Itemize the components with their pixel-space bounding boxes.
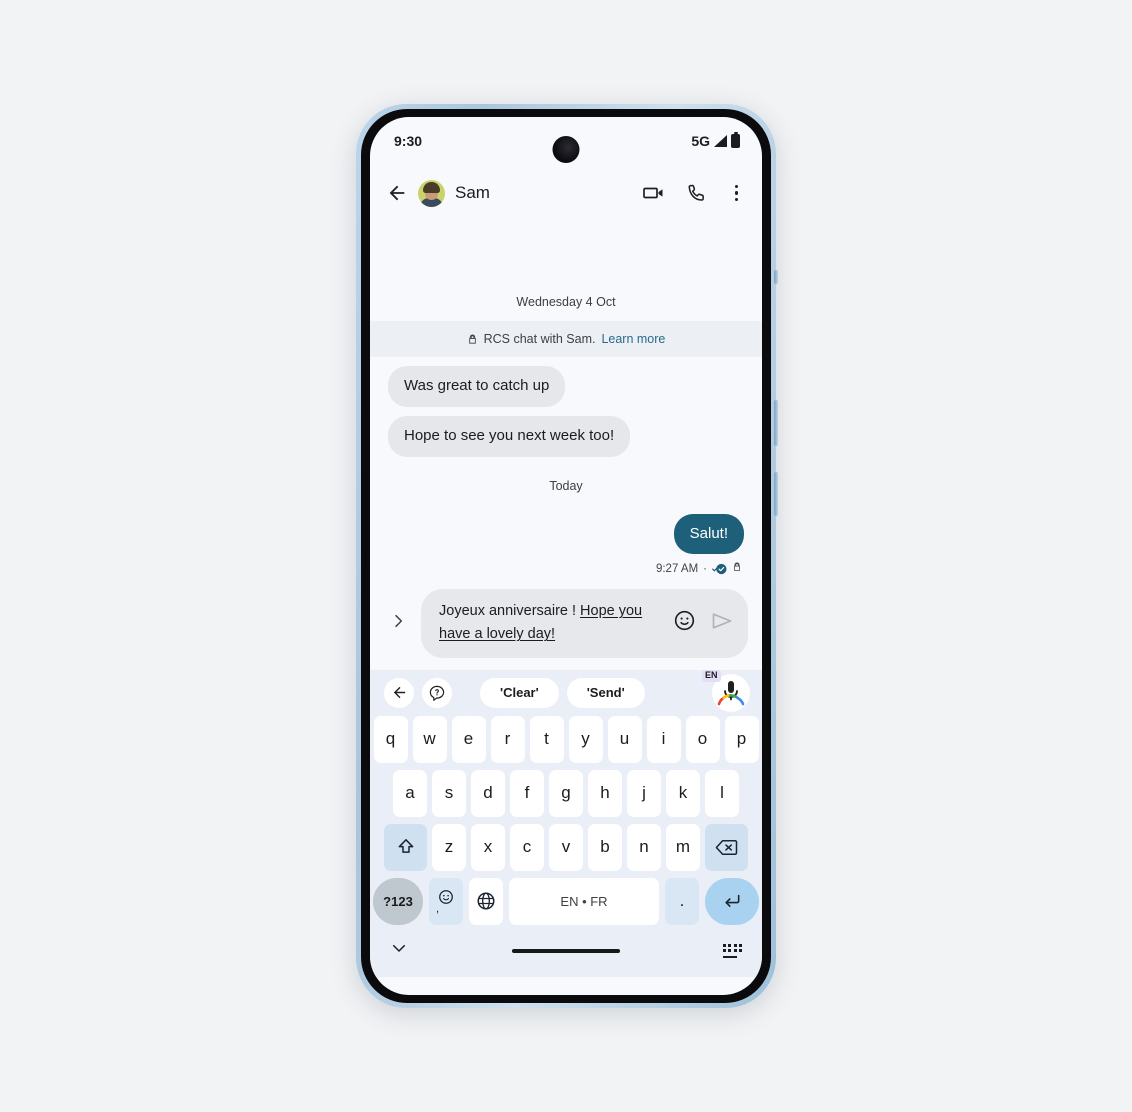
- microphone-icon[interactable]: EN: [702, 669, 750, 712]
- side-button[interactable]: [774, 472, 778, 516]
- key-y[interactable]: y: [568, 715, 603, 763]
- key-x[interactable]: x: [471, 823, 505, 871]
- space-key[interactable]: EN • FR: [509, 877, 659, 925]
- signal-bars-icon: [714, 135, 727, 147]
- key-c[interactable]: c: [510, 823, 544, 871]
- mic-language-badge: EN: [702, 669, 721, 682]
- suggestion-chips: 'Clear' 'Send': [480, 677, 645, 708]
- phone-body: 9:30 5G Sam Wednesday 4 Oct RCS chat wit…: [361, 109, 771, 1003]
- contact-name[interactable]: Sam: [455, 183, 632, 203]
- phone-screen: 9:30 5G Sam Wednesday 4 Oct RCS chat wit…: [370, 117, 762, 995]
- more-vert-icon[interactable]: [729, 183, 745, 204]
- shift-up-icon[interactable]: [384, 823, 427, 871]
- key-m[interactable]: m: [666, 823, 700, 871]
- gesture-home-pill[interactable]: [512, 948, 620, 953]
- backspace-icon[interactable]: [705, 823, 748, 871]
- date-separator: Wednesday 4 Oct: [516, 295, 616, 309]
- compose-text-plain: Joyeux anniversaire !: [439, 603, 581, 620]
- key-z[interactable]: z: [432, 823, 466, 871]
- battery-full-icon: [731, 132, 740, 148]
- compose-text[interactable]: Joyeux anniversaire ! Hope you have a lo…: [439, 600, 663, 646]
- key-w[interactable]: w: [412, 715, 447, 763]
- rcs-banner-text: RCS chat with Sam.: [483, 332, 596, 346]
- date-separator: Today: [549, 478, 583, 493]
- rcs-banner[interactable]: RCS chat with Sam. Learn more: [370, 321, 762, 357]
- key-i[interactable]: i: [646, 715, 681, 763]
- phone-icon[interactable]: [686, 182, 709, 205]
- app-bar-actions: [642, 181, 745, 205]
- key-h[interactable]: h: [588, 769, 622, 817]
- emoji-smiley-icon[interactable]: ,: [429, 877, 463, 925]
- keyboard-row-3: z x c v b n m: [370, 823, 762, 871]
- enter-return-icon[interactable]: [705, 877, 759, 925]
- message-status: 9:27 AM ·: [370, 554, 762, 576]
- key-a[interactable]: a: [393, 769, 427, 817]
- key-u[interactable]: u: [607, 715, 642, 763]
- keyboard-switch-icon[interactable]: [722, 943, 742, 958]
- keyboard-row-4: ?123 , EN • FR .: [370, 877, 762, 925]
- key-d[interactable]: d: [471, 769, 505, 817]
- key-e[interactable]: e: [451, 715, 486, 763]
- key-f[interactable]: f: [510, 769, 544, 817]
- back-arrow-icon[interactable]: [384, 677, 414, 708]
- keyboard-row-2: a s d f g h j k l: [370, 769, 762, 817]
- period-key[interactable]: .: [665, 877, 699, 925]
- key-n[interactable]: n: [627, 823, 661, 871]
- message-row: Salut!: [370, 513, 762, 555]
- front-camera-icon: [552, 136, 580, 163]
- key-r[interactable]: r: [490, 715, 525, 763]
- phone-frame: 9:30 5G Sam Wednesday 4 Oct RCS chat wit…: [356, 104, 778, 1008]
- emoji-smiley-icon[interactable]: [673, 609, 696, 637]
- key-q[interactable]: q: [373, 715, 408, 763]
- key-s[interactable]: s: [432, 769, 466, 817]
- key-o[interactable]: o: [685, 715, 720, 763]
- emoji-key-comma: ,: [436, 902, 440, 915]
- app-bar: Sam: [370, 165, 762, 221]
- incoming-message-bubble[interactable]: Hope to see you next week too!: [388, 415, 631, 457]
- navigation-bar: [370, 925, 762, 977]
- key-t[interactable]: t: [529, 715, 564, 763]
- message-row: Hope to see you next week too!: [370, 415, 762, 457]
- learn-more-link[interactable]: Learn more: [601, 332, 665, 346]
- message-row: Was great to catch up: [370, 366, 762, 407]
- double-check-icon: [712, 563, 727, 575]
- lock-icon: [732, 561, 742, 576]
- keyboard-row-1: q w e r t y u i o p: [370, 715, 762, 763]
- status-time: 9:30: [394, 133, 423, 149]
- key-g[interactable]: g: [549, 769, 583, 817]
- key-v[interactable]: v: [549, 823, 583, 871]
- back-arrow-icon[interactable]: [386, 182, 408, 204]
- compose-actions: [673, 609, 734, 638]
- globe-language-icon[interactable]: [469, 877, 503, 925]
- message-input-field[interactable]: Joyeux anniversaire ! Hope you have a lo…: [421, 589, 748, 658]
- avatar[interactable]: [418, 179, 445, 207]
- on-screen-keyboard: 'Clear' 'Send' EN q w e r t y u i o p a …: [370, 669, 762, 977]
- key-p[interactable]: p: [724, 715, 759, 763]
- help-bubble-icon[interactable]: [422, 677, 452, 708]
- symbols-key[interactable]: ?123: [373, 877, 423, 925]
- send-arrow-icon[interactable]: [710, 609, 734, 638]
- suggestion-chip-clear[interactable]: 'Clear': [480, 677, 559, 708]
- key-j[interactable]: j: [627, 769, 661, 817]
- lock-icon: [468, 334, 476, 344]
- meta-separator: ·: [703, 562, 707, 575]
- status-indicators: 5G: [691, 132, 740, 149]
- key-b[interactable]: b: [588, 823, 622, 871]
- message-timestamp: 9:27 AM: [655, 562, 699, 575]
- key-k[interactable]: k: [666, 769, 700, 817]
- volume-button[interactable]: [774, 270, 778, 284]
- outgoing-message-bubble[interactable]: Salut!: [673, 513, 744, 555]
- video-camera-icon[interactable]: [642, 181, 666, 205]
- compose-row: Joyeux anniversaire ! Hope you have a lo…: [370, 576, 762, 669]
- conversation-thread: Wednesday 4 Oct RCS chat with Sam. Learn…: [370, 221, 762, 576]
- suggestion-bar-left: [384, 677, 452, 708]
- suggestion-chip-send[interactable]: 'Send': [566, 677, 645, 708]
- network-label: 5G: [691, 133, 710, 149]
- suggestion-bar: 'Clear' 'Send' EN: [370, 669, 762, 716]
- chevron-down-icon[interactable]: [390, 939, 408, 962]
- incoming-message-bubble[interactable]: Was great to catch up: [388, 366, 566, 407]
- key-l[interactable]: l: [705, 769, 739, 817]
- chevron-right-icon[interactable]: [382, 605, 415, 642]
- power-button[interactable]: [774, 400, 778, 446]
